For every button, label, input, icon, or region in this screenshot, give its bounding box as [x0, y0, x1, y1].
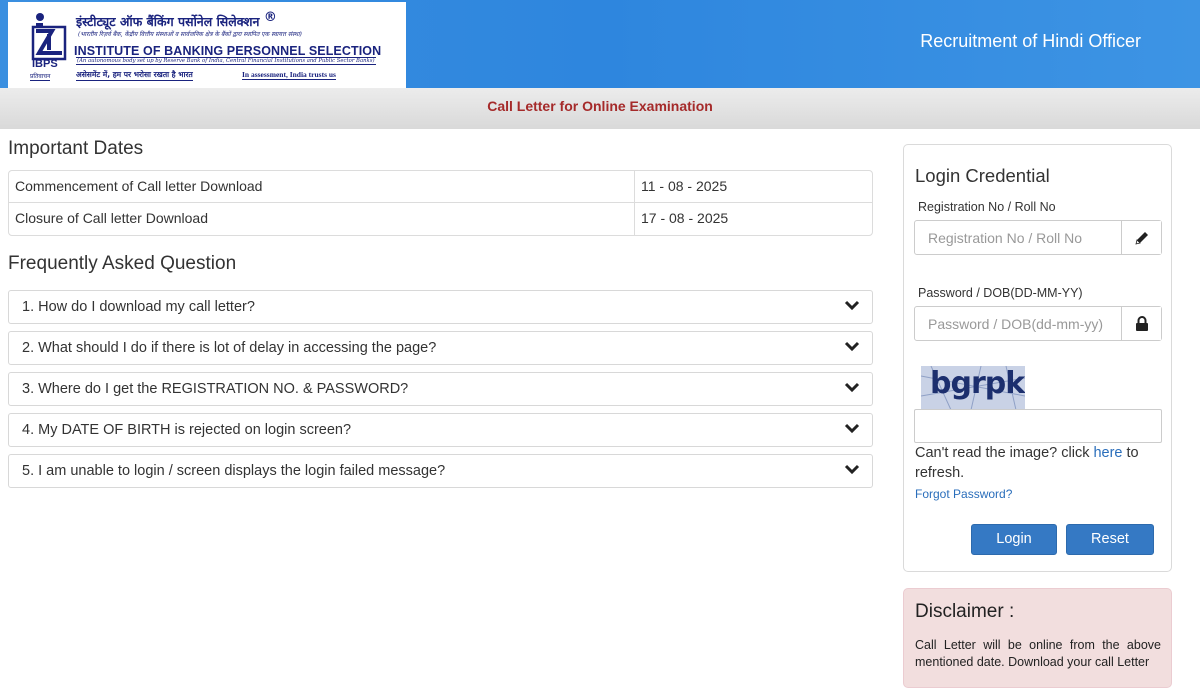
table-row: Commencement of Call letter Download 11 …	[9, 171, 872, 203]
faq-heading: Frequently Asked Question	[8, 253, 237, 274]
chevron-down-icon	[844, 464, 860, 475]
registration-input[interactable]	[915, 221, 1121, 254]
faq-item-5[interactable]: 5. I am unable to login / screen display…	[8, 454, 873, 488]
forgot-password-link[interactable]: Forgot Password?	[915, 487, 1012, 501]
logo-hindi-name: इंस्टीट्यूट ऑफ बैंकिंग पर्सोनेल सिलेक्शन…	[76, 10, 277, 30]
chevron-down-icon	[844, 300, 860, 311]
faq-question: 2. What should I do if there is lot of d…	[22, 340, 437, 356]
faq-question: 4. My DATE OF BIRTH is rejected on login…	[22, 422, 352, 438]
faq-item-2[interactable]: 2. What should I do if there is lot of d…	[8, 331, 873, 365]
chevron-down-icon	[844, 341, 860, 352]
logo-english-subtitle: (An autonomous body set up by Reserve Ba…	[76, 57, 376, 65]
faq-question: 5. I am unable to login / screen display…	[22, 463, 446, 479]
page-title: Recruitment of Hindi Officer	[920, 31, 1141, 51]
logo-english-name: INSTITUTE OF BANKING PERSONNEL SELECTION	[74, 44, 382, 58]
login-title: Login Credential	[915, 165, 1050, 186]
chevron-down-icon	[844, 423, 860, 434]
sub-banner-title: Call Letter for Online Examination	[487, 98, 713, 114]
registration-label: Registration No / Roll No	[918, 200, 1056, 214]
logo-abbreviation: IBPS	[32, 58, 58, 70]
login-button[interactable]: Login	[971, 524, 1057, 555]
table-cell-value: 11 - 08 - 2025	[641, 178, 728, 194]
registration-input-group	[914, 220, 1162, 255]
logo-tagline-hindi: असेसमेंट में, हम पर भरोसा रखता है भारत	[76, 70, 193, 81]
faq-question: 3. Where do I get the REGISTRATION NO. &…	[22, 381, 409, 397]
captcha-help-text: Can't read the image? click here to refr…	[915, 445, 1139, 481]
disclaimer-title: Disclaimer :	[915, 601, 1015, 622]
captcha-image: bgrpk	[921, 366, 1025, 410]
site-header: इंस्टीट्यूट ऑफ बैंकिंग पर्सोनेल सिलेक्शन…	[0, 0, 1200, 88]
faq-item-4[interactable]: 4. My DATE OF BIRTH is rejected on login…	[8, 413, 873, 447]
faq-item-3[interactable]: 3. Where do I get the REGISTRATION NO. &…	[8, 372, 873, 406]
captcha-input[interactable]	[914, 409, 1162, 443]
pencil-icon	[1121, 221, 1161, 254]
important-dates-heading: Important Dates	[8, 138, 144, 159]
password-input-group	[914, 306, 1162, 341]
important-dates-table: Commencement of Call letter Download 11 …	[8, 170, 873, 236]
table-cell-label: Closure of Call letter Download	[9, 203, 635, 235]
sub-banner: Call Letter for Online Examination	[0, 88, 1200, 129]
disclaimer-text: Call Letter will be online from the abov…	[915, 638, 1161, 669]
table-row: Closure of Call letter Download 17 - 08 …	[9, 203, 872, 235]
faq-item-1[interactable]: 1. How do I download my call letter?	[8, 290, 873, 324]
lock-icon	[1121, 307, 1161, 340]
logo-hindi-subtitle: (भारतीय रिज़र्व बैंक, केंद्रीय वित्तीय स…	[78, 31, 302, 38]
login-panel: Login Credential Registration No / Roll …	[903, 144, 1172, 572]
reset-button[interactable]: Reset	[1066, 524, 1154, 555]
table-cell-label: Commencement of Call letter Download	[9, 171, 635, 202]
password-label: Password / DOB(DD-MM-YY)	[918, 286, 1083, 300]
table-cell-value: 17 - 08 - 2025	[641, 210, 729, 226]
disclaimer-panel: Disclaimer : Call Letter will be online …	[903, 588, 1172, 688]
logo-tagline-english: In assessment, India trusts us	[242, 70, 336, 80]
captcha-text: bgrpk	[930, 366, 1025, 401]
logo-abbreviation-hindi: प्रतिवाचन	[30, 73, 51, 81]
chevron-down-icon	[844, 382, 860, 393]
password-input[interactable]	[915, 307, 1121, 340]
ibps-logo[interactable]: इंस्टीट्यूट ऑफ बैंकिंग पर्सोनेल सिलेक्शन…	[8, 2, 406, 88]
captcha-refresh-link[interactable]: here	[1093, 445, 1122, 461]
faq-question: 1. How do I download my call letter?	[22, 299, 255, 315]
